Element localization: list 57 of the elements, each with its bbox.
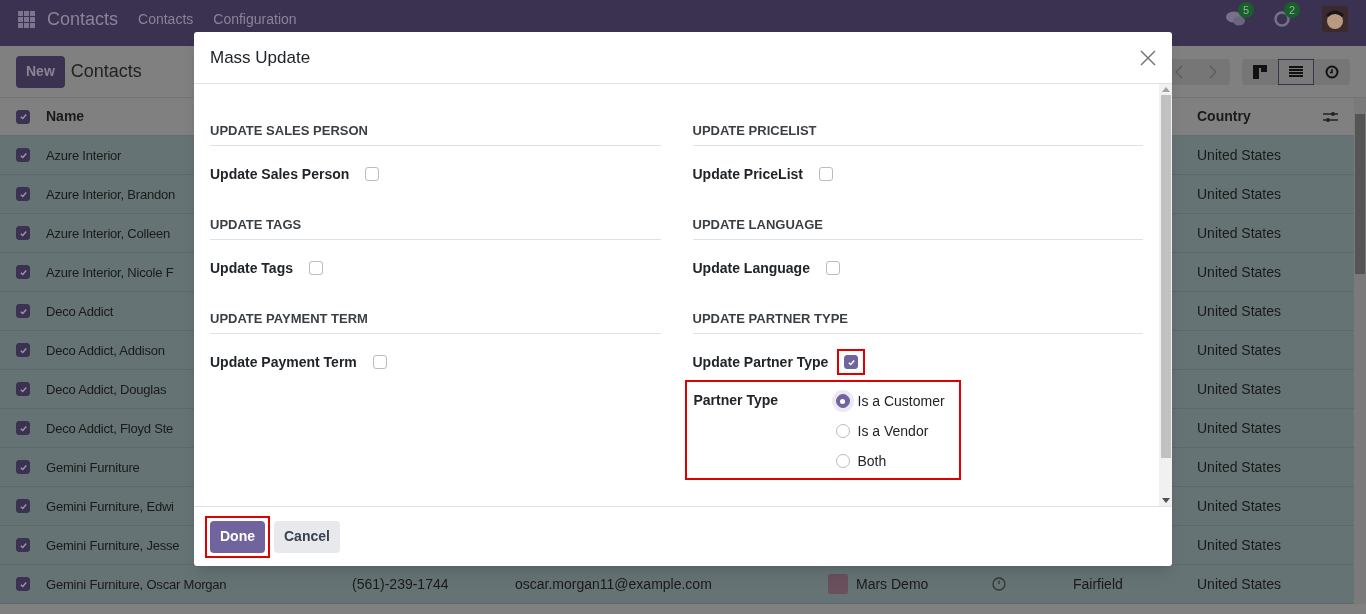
table-row[interactable]: Gemini Furniture, Oscar Morgan (561)-239-1744 oscar.morgan11@example.com Mars Demo Fairfield United States xyxy=(0,565,1354,604)
table-cell: United States xyxy=(1197,146,1282,163)
table-cell: United States xyxy=(1197,341,1282,358)
radio-option[interactable]: Is a Vendor xyxy=(835,416,945,446)
field-label: Update Payment Term xyxy=(210,352,357,372)
section-heading: UPDATE PAYMENT TERM xyxy=(210,311,368,326)
table-cell: Gemini Furniture, Oscar Morgan xyxy=(46,576,227,592)
section-heading: UPDATE TAGS xyxy=(210,217,302,232)
table-cell: Gemini Furniture, Jesse xyxy=(46,537,180,553)
table-cell: United States xyxy=(1197,224,1282,241)
table-cell: United States xyxy=(1197,380,1282,397)
menu-item[interactable]: Configuration xyxy=(213,8,297,30)
table-cell: oscar.morgan11@example.com xyxy=(515,575,712,592)
count-badge: 5 xyxy=(1238,2,1255,18)
table-cell: United States xyxy=(1197,497,1282,514)
table-cell: Gemini Furniture xyxy=(46,459,140,475)
table-cell: United States xyxy=(1197,263,1282,280)
radio-option[interactable]: Is a Customer xyxy=(835,386,945,416)
cancel-button[interactable]: Cancel xyxy=(274,520,340,553)
section-heading: UPDATE PARTNER TYPE xyxy=(692,311,849,326)
table-cell: United States xyxy=(1197,575,1282,592)
section-heading: UPDATE SALES PERSON xyxy=(210,123,368,138)
table-cell: United States xyxy=(1197,302,1282,319)
menu-item[interactable]: Contacts xyxy=(138,8,194,30)
table-cell: United States xyxy=(1197,185,1282,202)
table-cell: Deco Addict, Addison xyxy=(46,342,165,358)
section-heading: UPDATE LANGUAGE xyxy=(692,217,823,232)
field-label: Update Tags xyxy=(210,258,293,278)
field-label: Update Partner Type xyxy=(692,352,829,372)
table-cell: Deco Addict, Douglas xyxy=(46,381,167,397)
table-cell: Azure Interior, Colleen xyxy=(46,225,171,241)
section-heading: UPDATE PRICELIST xyxy=(692,123,817,138)
table-cell: Azure Interior, Brandon xyxy=(46,186,176,202)
table-cell: Deco Addict xyxy=(46,303,114,319)
column-header[interactable]: Country xyxy=(1197,106,1251,127)
new-button[interactable]: New xyxy=(16,55,65,88)
field-label: Update Sales Person xyxy=(210,164,350,184)
table-cell: United States xyxy=(1197,458,1282,475)
count-badge: 2 xyxy=(1284,2,1301,18)
field-label: Update PriceList xyxy=(692,164,803,184)
table-cell: Deco Addict, Floyd Ste xyxy=(46,420,174,436)
table-cell: United States xyxy=(1197,536,1282,553)
radio-option[interactable]: Both xyxy=(835,446,945,476)
dialog-title: Mass Update xyxy=(210,46,311,69)
column-header[interactable]: Name xyxy=(46,108,85,124)
app-title[interactable]: Contacts xyxy=(47,5,119,33)
table-cell: Fairfield xyxy=(1073,575,1123,592)
table-cell: Azure Interior xyxy=(46,147,122,163)
table-cell: Gemini Furniture, Edwi xyxy=(46,498,174,514)
table-cell: Mars Demo xyxy=(856,575,929,592)
breadcrumb: Contacts xyxy=(70,60,142,83)
table-cell: United States xyxy=(1197,419,1282,436)
table-cell: Azure Interior, Nicole F xyxy=(46,264,174,280)
field-label: Partner Type xyxy=(693,391,780,408)
field-label: Update Language xyxy=(692,258,810,278)
done-button[interactable]: Done xyxy=(210,520,265,553)
table-cell: (561)-239-1744 xyxy=(352,575,449,592)
